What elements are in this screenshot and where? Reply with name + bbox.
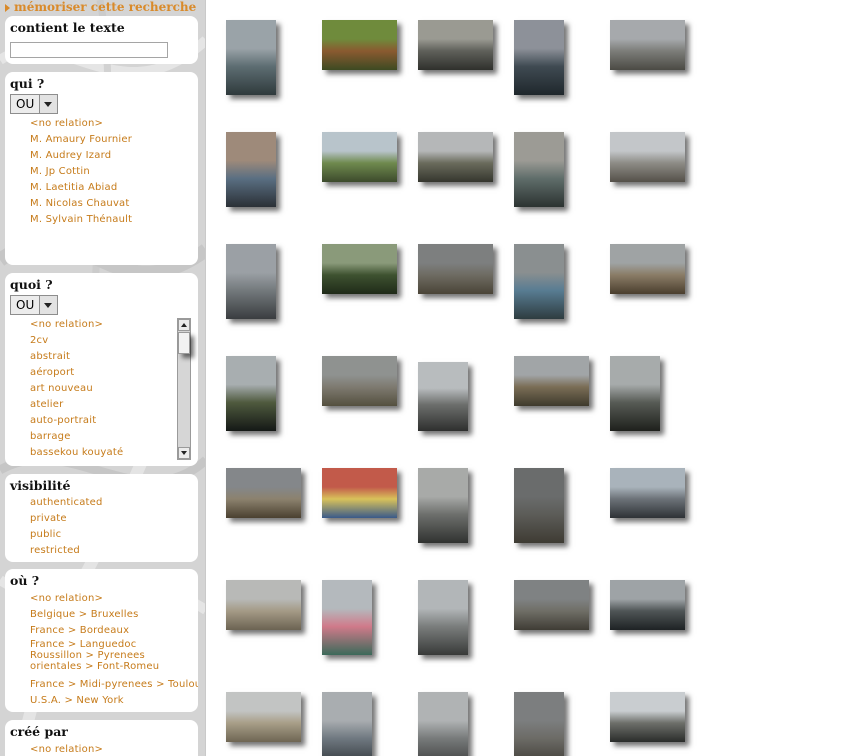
visibility-list: authenticated private public restricted (30, 495, 198, 559)
photo-thumbnail[interactable] (322, 20, 397, 70)
qui-filter-panel: qui ? OU <no relation> M. Amaury Fournier… (5, 72, 198, 265)
qui-item[interactable]: M. Amaury Fournier (30, 132, 198, 148)
photo-thumbnail[interactable] (610, 244, 685, 294)
photo-thumbnail[interactable] (610, 20, 685, 70)
photo-thumbnail[interactable] (610, 580, 685, 630)
qui-operator-value: OU (16, 97, 35, 111)
photo-thumbnail[interactable] (610, 468, 685, 518)
qui-item[interactable]: M. Laetitia Abiad (30, 180, 198, 196)
photo-thumbnail[interactable] (418, 692, 468, 756)
photo-thumbnail[interactable] (418, 468, 468, 543)
visibility-filter-panel: visibilité authenticated private public res… (5, 474, 198, 562)
photo-thumbnail[interactable] (514, 692, 564, 756)
location-item[interactable]: <no relation> (30, 591, 198, 607)
location-item[interactable]: U.S.A. > New York (30, 693, 198, 709)
photo-thumbnail[interactable] (514, 132, 564, 207)
quoi-item[interactable]: <no relation> (30, 317, 198, 333)
location-item[interactable]: Belgique > Bruxelles (30, 607, 198, 623)
photo-thumbnail[interactable] (514, 580, 589, 630)
photo-thumbnail[interactable] (322, 580, 372, 655)
qui-item[interactable]: <no relation> (30, 116, 198, 132)
photo-thumbnail[interactable] (322, 244, 397, 294)
chevron-down-icon (39, 296, 57, 314)
photo-thumbnail[interactable] (610, 356, 660, 431)
text-search-title: contient le texte (10, 20, 125, 35)
photo-thumbnail[interactable] (610, 132, 685, 182)
location-item[interactable]: France > Midi-pyrenees > Toulouse (30, 677, 198, 693)
visibility-item[interactable]: public (30, 527, 198, 543)
quoi-item[interactable]: aéroport (30, 365, 198, 381)
photo-thumbnail[interactable] (514, 20, 564, 95)
photo-thumbnail[interactable] (514, 356, 589, 406)
created-by-title: créé par (10, 724, 68, 739)
photo-thumbnail[interactable] (418, 20, 493, 70)
photo-gallery (206, 0, 865, 756)
photo-thumbnail[interactable] (226, 20, 276, 95)
photo-thumbnail[interactable] (226, 468, 301, 518)
visibility-item[interactable]: authenticated (30, 495, 198, 511)
quoi-operator-select[interactable]: OU (10, 295, 58, 315)
photo-thumbnail[interactable] (514, 244, 564, 319)
created-by-item[interactable]: <no relation> (30, 742, 198, 756)
scroll-thumb[interactable] (178, 332, 190, 354)
visibility-item[interactable]: private (30, 511, 198, 527)
triangle-right-icon (5, 3, 10, 12)
photo-thumbnail[interactable] (322, 356, 397, 406)
quoi-scrollbar[interactable] (177, 318, 191, 460)
photo-thumbnail[interactable] (418, 244, 493, 294)
quoi-item[interactable]: barrage (30, 429, 198, 445)
chevron-down-icon (39, 95, 57, 113)
visibility-title: visibilité (10, 478, 71, 493)
quoi-filter-panel: quoi ? OU <no relation> 2cv abstrait aéropo… (5, 273, 198, 466)
filter-sidebar: mémoriser cette recherche contient le te… (0, 0, 206, 756)
photo-thumbnail[interactable] (226, 356, 276, 431)
qui-item[interactable]: M. Jp Cottin (30, 164, 198, 180)
qui-list: <no relation> M. Amaury Fournier M. Audrey… (30, 116, 198, 228)
qui-item[interactable]: M. Audrey Izard (30, 148, 198, 164)
text-search-input[interactable] (10, 42, 168, 58)
quoi-item[interactable]: art nouveau (30, 381, 198, 397)
memorize-search-link[interactable]: mémoriser cette recherche (5, 0, 196, 15)
quoi-list: <no relation> 2cv abstrait aéroport art nouv… (30, 317, 198, 461)
photo-thumbnail[interactable] (322, 468, 397, 518)
photo-thumbnail[interactable] (226, 692, 301, 742)
quoi-item[interactable]: abstrait (30, 349, 198, 365)
quoi-operator-value: OU (16, 298, 35, 312)
photo-thumbnail[interactable] (418, 580, 468, 655)
quoi-item[interactable]: atelier (30, 397, 198, 413)
visibility-item[interactable]: restricted (30, 543, 198, 559)
photo-thumbnail[interactable] (226, 244, 276, 319)
location-title: où ? (10, 573, 40, 588)
scroll-down-icon[interactable] (178, 447, 190, 459)
photo-thumbnail[interactable] (322, 692, 372, 756)
location-item[interactable]: France > Languedoc Roussillon > Pyrenees… (30, 639, 180, 672)
created-by-filter-panel: créé par <no relation> (5, 720, 198, 756)
quoi-item[interactable]: bassekou kouyaté (30, 445, 198, 461)
memorize-search-label: mémoriser cette recherche (14, 0, 197, 14)
text-search-panel: contient le texte (5, 16, 198, 64)
location-filter-panel: où ? <no relation> Belgique > Bruxelles Fr… (5, 569, 198, 712)
qui-item[interactable]: M. Nicolas Chauvat (30, 196, 198, 212)
photo-thumbnail[interactable] (610, 692, 685, 742)
photo-thumbnail[interactable] (226, 580, 301, 630)
location-item[interactable]: France > Bordeaux (30, 623, 198, 639)
qui-operator-select[interactable]: OU (10, 94, 58, 114)
qui-title: qui ? (10, 76, 45, 91)
quoi-item[interactable]: auto-portrait (30, 413, 198, 429)
qui-item[interactable]: M. Sylvain Thénault (30, 212, 198, 228)
location-list: <no relation> Belgique > Bruxelles France … (30, 591, 198, 709)
photo-thumbnail[interactable] (322, 132, 397, 182)
quoi-item[interactable]: 2cv (30, 333, 198, 349)
created-by-list: <no relation> (30, 742, 198, 756)
photo-thumbnail[interactable] (514, 468, 564, 543)
photo-thumbnail[interactable] (418, 132, 493, 182)
quoi-title: quoi ? (10, 277, 53, 292)
scroll-up-icon[interactable] (178, 319, 190, 331)
photo-thumbnail[interactable] (418, 362, 468, 431)
photo-thumbnail[interactable] (226, 132, 276, 207)
